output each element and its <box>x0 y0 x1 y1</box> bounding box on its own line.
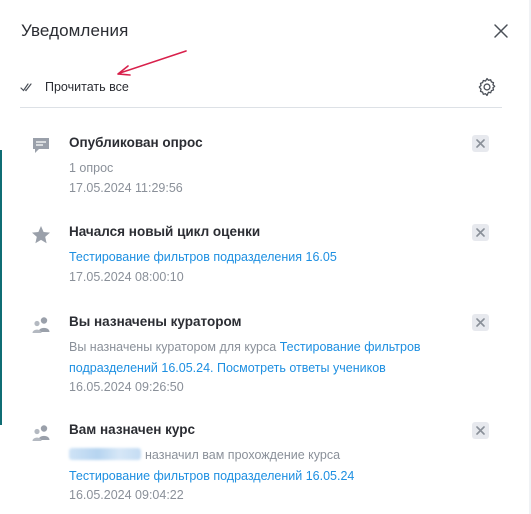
notification-body: назначил вам прохождение курса Тестирова… <box>69 445 469 487</box>
close-icon <box>476 318 485 327</box>
close-icon <box>476 139 485 148</box>
divider <box>20 107 502 108</box>
notification-title: Опубликован опрос <box>69 135 203 150</box>
notification-date: 17.05.2024 08:00:10 <box>69 270 184 284</box>
notification-body: Тестирование фильтров подразделения 16.0… <box>69 247 469 268</box>
notification-title: Начался новый цикл оценки <box>69 224 261 239</box>
notification-text: Вы назначены куратором для курса <box>69 340 280 354</box>
notification-title: Вам назначен курс <box>69 422 195 437</box>
notification-title: Вы назначены куратором <box>69 314 242 329</box>
users-icon <box>32 425 50 441</box>
close-icon <box>476 228 485 237</box>
settings-button[interactable] <box>476 76 498 98</box>
notification-date: 16.05.2024 09:04:22 <box>69 488 184 502</box>
chat-bubble-icon <box>33 138 49 153</box>
users-icon <box>32 317 50 333</box>
star-icon <box>32 226 50 244</box>
dismiss-button[interactable] <box>472 224 489 241</box>
redacted-user-name <box>69 448 141 460</box>
notification-text: 1 опрос <box>69 161 114 175</box>
notification-body: 1 опрос <box>69 158 469 179</box>
close-icon <box>494 24 508 38</box>
read-all-label: Прочитать все <box>45 80 129 94</box>
gear-icon <box>478 77 496 97</box>
dismiss-button[interactable] <box>472 314 489 331</box>
close-button[interactable] <box>490 20 512 42</box>
dismiss-button[interactable] <box>472 135 489 152</box>
notification-date: 17.05.2024 11:29:56 <box>69 181 183 195</box>
notification-link[interactable]: Тестирование фильтров подразделений 16.0… <box>69 469 354 483</box>
notification-date: 16.05.2024 09:26:50 <box>69 380 184 394</box>
background-edge <box>0 150 2 425</box>
notification-link[interactable]: Тестирование фильтров подразделения 16.0… <box>69 250 337 264</box>
notification-text: назначил вам прохождение курса <box>145 448 341 462</box>
panel-title: Уведомления <box>21 21 129 40</box>
notification-body: Вы назначены куратором для курса Тестиро… <box>69 337 469 379</box>
annotation-arrow <box>117 50 187 76</box>
close-icon <box>476 426 485 435</box>
read-all-button[interactable]: Прочитать все <box>20 78 129 96</box>
notifications-panel: Уведомления Прочитать все Опубликован оп… <box>0 0 531 514</box>
dismiss-button[interactable] <box>472 422 489 439</box>
double-check-icon <box>20 83 32 92</box>
